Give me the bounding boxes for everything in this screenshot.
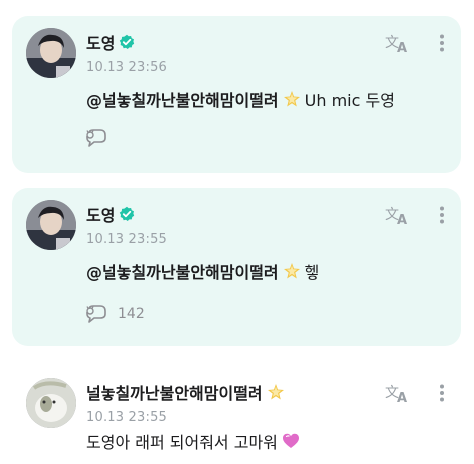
author-name[interactable]: 도영 [86,30,115,54]
translate-icon[interactable]: 文 A [385,204,411,226]
mention-link[interactable]: @널놓칠까난불안해맘이떨려 [86,87,279,111]
more-vertical-icon[interactable] [439,206,445,224]
sparkle-star-icon [283,91,300,107]
reply-count: 142 [118,306,145,322]
verified-badge-icon [120,206,135,221]
timestamp: 10.13 23:55 [86,232,168,247]
author-name[interactable]: 널놓칠까난불안해맘이떨려 [86,380,263,404]
reply-row[interactable]: 142 [84,303,145,325]
post-text: @널놓칠까난불안해맘이떨려 헿 [86,259,319,283]
translate-icon[interactable]: 文 A [385,382,411,404]
message-text: 도영아 래퍼 되어줘서 고마워 [86,433,278,452]
verified-badge-icon [120,34,135,49]
heart-icon [282,433,299,448]
message-text: Uh mic 두영 [304,91,395,110]
post-text: 도영아 래퍼 되어줘서 고마워 [86,429,300,453]
message-text: 헿 [304,263,320,282]
more-vertical-icon[interactable] [439,384,445,402]
artist-post[interactable]: 도영 10.13 23:56 @널놓칠까난불안해맘이떨려 Uh mic 두영 文… [12,16,461,173]
svg-text:A: A [397,391,407,404]
avatar[interactable] [26,378,76,428]
reply-icon[interactable] [84,303,108,325]
sparkle-star-icon [283,263,300,279]
mention-link[interactable]: @널놓칠까난불안해맘이떨려 [86,259,279,283]
avatar[interactable] [26,28,76,78]
fan-post[interactable]: 널놓칠까난불안해맘이떨려 10.13 23:55 도영아 래퍼 되어줘서 고마워… [12,366,461,464]
svg-text:A: A [397,213,407,226]
more-vertical-icon[interactable] [439,34,445,52]
author-name[interactable]: 도영 [86,202,115,226]
timestamp: 10.13 23:56 [86,60,168,75]
post-text: @널놓칠까난불안해맘이떨려 Uh mic 두영 [86,87,395,111]
reply-icon[interactable] [84,127,108,149]
reply-row[interactable] [84,127,118,149]
timestamp: 10.13 23:55 [86,410,168,425]
avatar[interactable] [26,200,76,250]
translate-icon[interactable]: 文 A [385,32,411,54]
sparkle-star-icon [267,384,284,400]
svg-text:A: A [397,41,407,54]
artist-post[interactable]: 도영 10.13 23:55 @널놓칠까난불안해맘이떨려 헿 文 A 142 [12,188,461,346]
